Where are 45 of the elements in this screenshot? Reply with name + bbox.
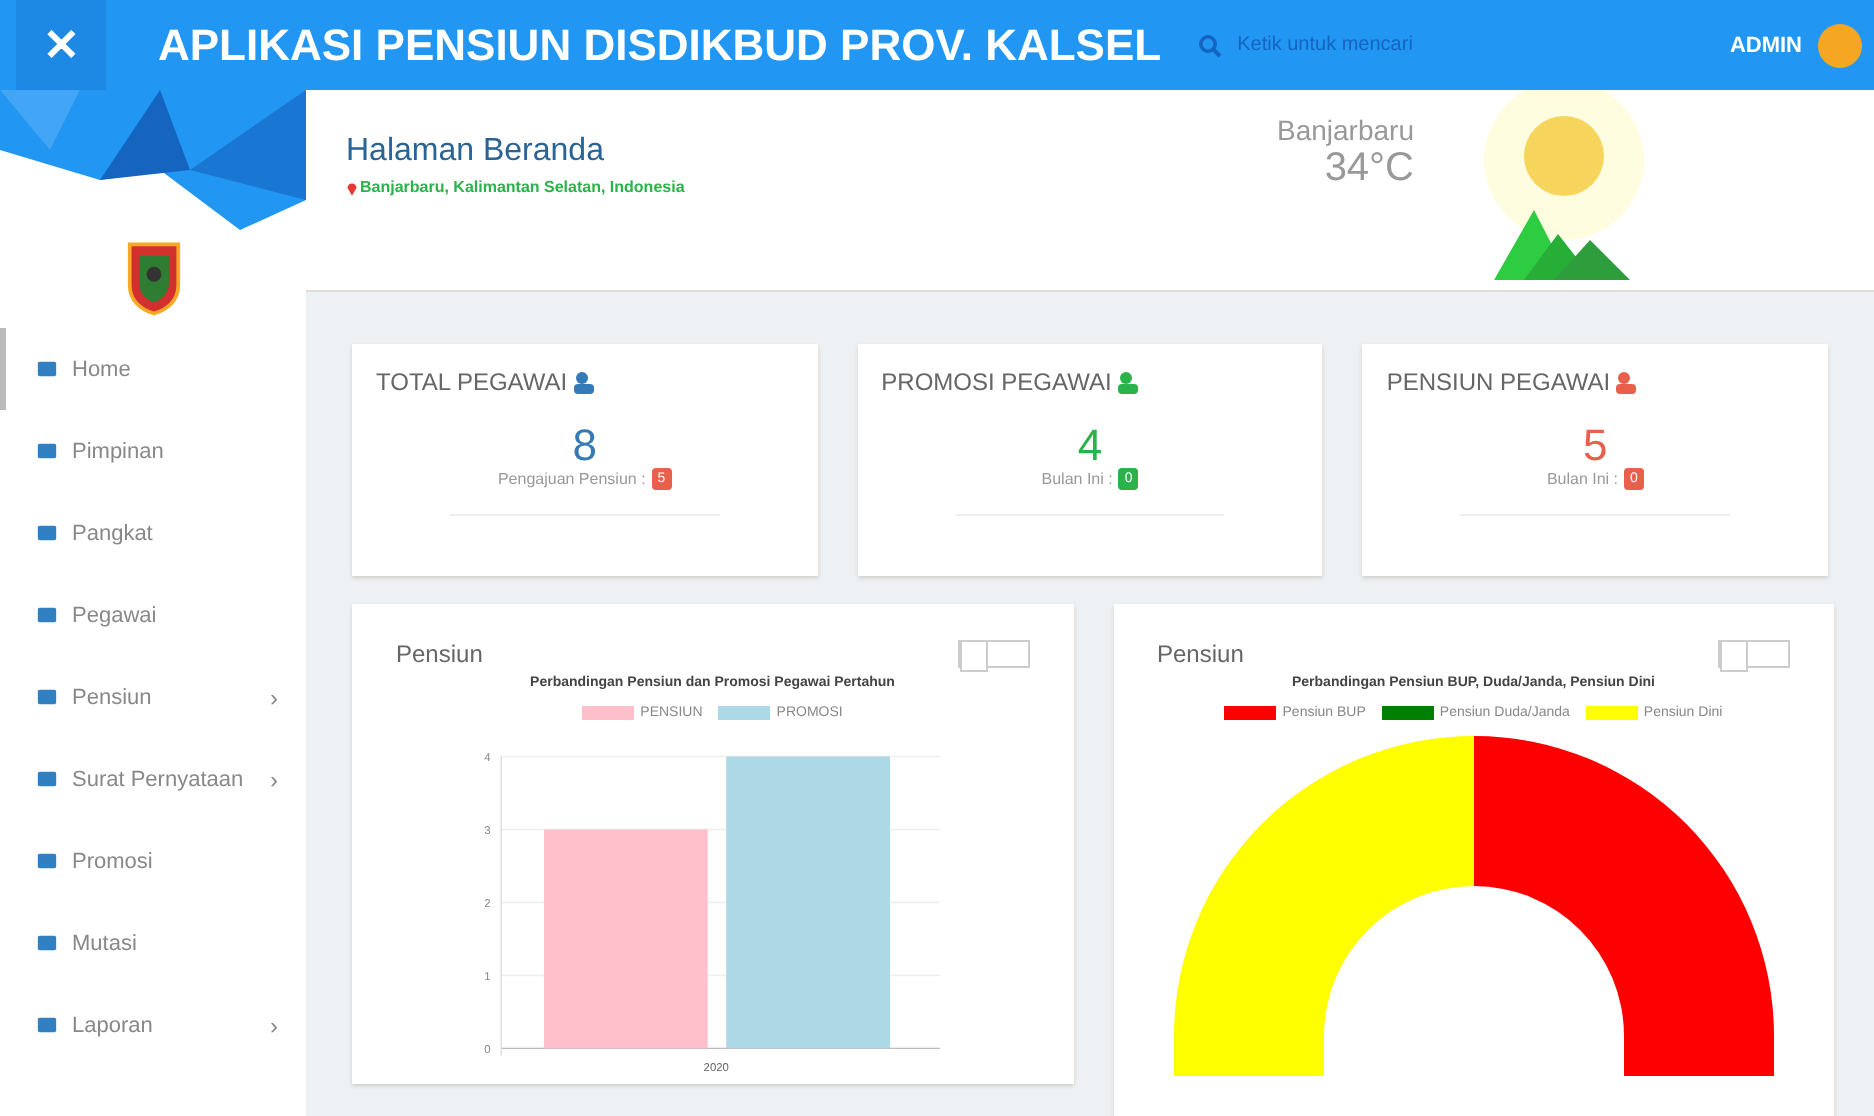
menu-icon: [36, 440, 58, 462]
avatar-icon[interactable]: [1818, 23, 1862, 67]
chevron-icon: ›: [270, 683, 278, 711]
stat-caption: Bulan Ini :: [1546, 470, 1619, 488]
card-title: PENSIUN PEGAWAI: [1386, 368, 1611, 396]
user-name[interactable]: ADMIN: [1729, 33, 1802, 57]
chevron-icon: ›: [270, 1011, 278, 1039]
sidebar-item[interactable]: Laporan ›: [0, 984, 306, 1066]
menu-icon: [36, 358, 58, 380]
sidebar-item[interactable]: Surat Pernyataan ›: [0, 738, 306, 820]
temperature: 34°C: [1324, 146, 1414, 192]
stat-caption: Bulan Ini :: [1041, 470, 1113, 488]
panel-title: Pensiun: [1157, 640, 1244, 668]
search-icon: [1197, 33, 1222, 57]
sidebar-item[interactable]: Pensiun ›: [0, 656, 306, 738]
card-title: PROMOSI PEGAWAI: [881, 368, 1112, 396]
menu-icon: [36, 850, 58, 872]
menu-icon: [36, 932, 58, 954]
emblem-icon: [125, 240, 181, 316]
menu-icon: [36, 604, 58, 626]
close-button[interactable]: ✕: [16, 0, 106, 90]
stat-value: 8: [572, 424, 597, 468]
panel-title: Pensiun: [396, 640, 483, 668]
sidebar-item[interactable]: Pegawai: [0, 574, 306, 656]
toggle-switch[interactable]: [1718, 640, 1790, 668]
sidebar-item[interactable]: Home: [0, 328, 306, 410]
sidebar-item[interactable]: Mutasi: [0, 902, 306, 984]
sidebar-item[interactable]: Pangkat: [0, 492, 306, 574]
page-title: Halaman Beranda: [346, 134, 606, 170]
stat-value: 5: [1583, 424, 1608, 468]
stat-caption: Pengajuan Pensiun :: [497, 470, 646, 488]
menu-icon: [36, 686, 58, 708]
weather-city: Banjarbaru: [1277, 114, 1414, 146]
menu-icon: [36, 768, 58, 790]
location-text: Banjarbaru, Kalimantan Selatan, Indonesia: [346, 178, 685, 196]
stat-value: 4: [1077, 424, 1103, 468]
toggle-switch[interactable]: [957, 640, 1029, 668]
card-title: TOTAL PEGAWAI: [376, 368, 568, 396]
app-title: APLIKASI PENSIUN DISDIKBUD PROV. KALSEL: [158, 19, 1162, 71]
menu-icon: [36, 522, 58, 544]
map-pin-icon: [346, 179, 358, 195]
sidebar-item[interactable]: Pimpinan: [0, 410, 306, 492]
menu-icon: [36, 1014, 58, 1036]
sidebar-item[interactable]: Promosi: [0, 820, 306, 902]
chevron-icon: ›: [270, 765, 278, 793]
